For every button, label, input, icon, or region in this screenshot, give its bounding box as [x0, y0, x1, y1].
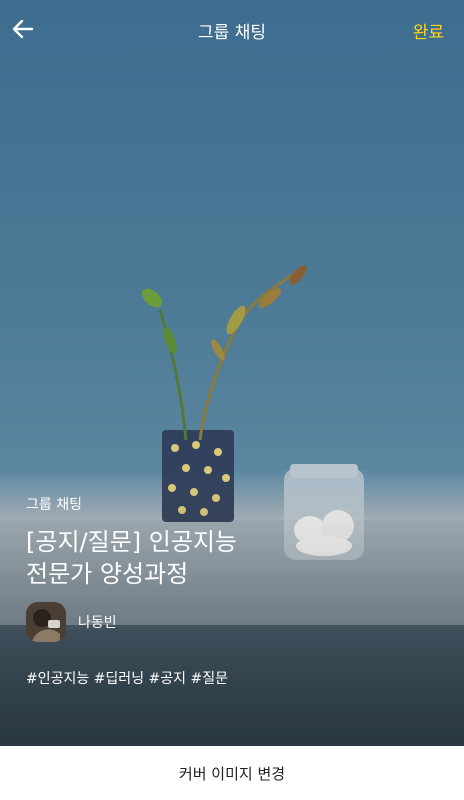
page-title: 그룹 채팅	[198, 23, 266, 43]
host-profile[interactable]: 나동빈	[26, 602, 436, 642]
room-info: 그룹 채팅 [공지/질문] 인공지능 전문가 양성과정 나동빈 #인공지능 #딥…	[26, 494, 436, 688]
chat-room-cover-editor: 그룹 채팅 완료 그룹 채팅 [공지/질문] 인공지능 전문가 양성과정 나동빈…	[0, 0, 464, 800]
avatar[interactable]	[26, 602, 66, 642]
room-title-line2: 전문가 양성과정	[26, 560, 189, 588]
change-cover-label: 커버 이미지 변경	[178, 764, 286, 783]
room-title: [공지/질문] 인공지능 전문가 양성과정	[26, 526, 436, 590]
avatar-photo	[26, 602, 66, 642]
done-button[interactable]: 완료	[413, 18, 444, 43]
change-cover-button[interactable]: 커버 이미지 변경	[0, 746, 464, 800]
hashtags: #인공지능 #딥러닝 #공지 #질문	[26, 671, 228, 687]
room-title-line1: [공지/질문] 인공지능	[26, 528, 238, 556]
top-bar: 그룹 채팅 완료	[0, 0, 464, 60]
room-category: 그룹 채팅	[26, 497, 82, 513]
host-name: 나동빈	[78, 615, 117, 631]
